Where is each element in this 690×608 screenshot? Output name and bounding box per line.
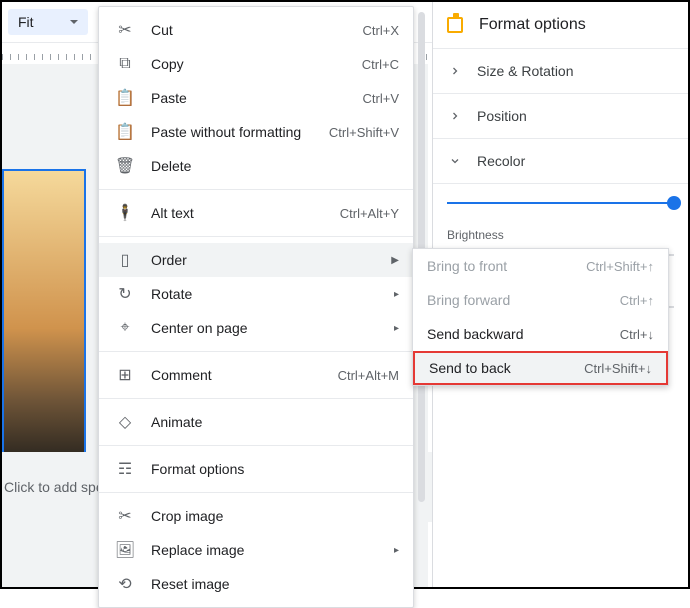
submenu-send-to-back[interactable]: Send to back Ctrl+Shift+↓: [413, 351, 668, 385]
menu-shortcut: Ctrl+V: [363, 91, 399, 106]
submenu-shortcut: Ctrl+Shift+↓: [584, 361, 652, 376]
menu-shortcut: Ctrl+Alt+Y: [340, 206, 399, 221]
menu-animate[interactable]: ◇ Animate: [99, 405, 413, 439]
menu-shortcut: Ctrl+X: [363, 23, 399, 38]
menu-label: Crop image: [151, 508, 399, 524]
menu-label: Alt text: [151, 205, 340, 221]
menu-shortcut: Ctrl+C: [362, 57, 399, 72]
submenu-label: Bring forward: [427, 292, 620, 308]
submenu-bring-to-front[interactable]: Bring to front Ctrl+Shift+↑: [413, 249, 668, 283]
submenu-label: Send to back: [429, 360, 584, 376]
submenu-shortcut: Ctrl+Shift+↑: [586, 259, 654, 274]
paste-icon: 📋: [113, 86, 137, 110]
menu-label: Center on page: [151, 320, 394, 336]
menu-copy[interactable]: ⧉ Copy Ctrl+C: [99, 47, 413, 81]
menu-label: Comment: [151, 367, 338, 383]
panel-header: Format options: [433, 10, 688, 48]
menu-label: Rotate: [151, 286, 394, 302]
animate-icon: ◇: [113, 410, 137, 434]
submenu-label: Bring to front: [427, 258, 586, 274]
delete-icon: 🗑: [113, 154, 137, 178]
section-size-rotation[interactable]: Size & Rotation: [433, 48, 688, 93]
slider-thumb[interactable]: [667, 196, 681, 210]
comment-icon: ⊞: [113, 363, 137, 387]
menu-comment[interactable]: ⊞ Comment Ctrl+Alt+M: [99, 358, 413, 392]
chevron-right-icon: [449, 65, 461, 77]
transparency-slider[interactable]: [447, 202, 674, 204]
paste-plain-icon: 📋: [113, 120, 137, 144]
menu-separator: [99, 351, 413, 352]
format-options-icon: [447, 17, 463, 33]
zoom-fit-label: Fit: [18, 14, 34, 30]
menu-delete[interactable]: 🗑 Delete: [99, 149, 413, 183]
panel-title: Format options: [479, 16, 586, 34]
selected-image[interactable]: [2, 169, 86, 459]
order-submenu: Bring to front Ctrl+Shift+↑ Bring forwar…: [412, 248, 669, 386]
menu-label: Format options: [151, 461, 399, 477]
crop-icon: ✂: [113, 504, 137, 528]
menu-separator: [99, 189, 413, 190]
format-options-icon: ☶: [113, 457, 137, 481]
menu-format-options[interactable]: ☶ Format options: [99, 452, 413, 486]
menu-crop[interactable]: ✂ Crop image: [99, 499, 413, 533]
section-label: Position: [477, 108, 527, 124]
menu-label: Paste: [151, 90, 363, 106]
menu-label: Reset image: [151, 576, 399, 592]
submenu-send-backward[interactable]: Send backward Ctrl+↓: [413, 317, 668, 351]
submenu-label: Send backward: [427, 326, 620, 342]
menu-label: Cut: [151, 22, 363, 38]
replace-image-icon: 🖼: [113, 538, 137, 562]
menu-paste-plain[interactable]: 📋 Paste without formatting Ctrl+Shift+V: [99, 115, 413, 149]
menu-order[interactable]: ▯ Order ▶: [99, 243, 413, 277]
rotate-icon: ↻: [113, 282, 137, 306]
menu-label: Copy: [151, 56, 362, 72]
menu-label: Order: [151, 252, 391, 268]
menu-rotate[interactable]: ↻ Rotate ▸: [99, 277, 413, 311]
menu-shortcut: Ctrl+Alt+M: [338, 368, 399, 383]
submenu-shortcut: Ctrl+↓: [620, 327, 654, 342]
submenu-shortcut: Ctrl+↑: [620, 293, 654, 308]
menu-label: Replace image: [151, 542, 394, 558]
menu-replace-image[interactable]: 🖼 Replace image ▸: [99, 533, 413, 567]
menu-reset-image[interactable]: ⟲ Reset image: [99, 567, 413, 601]
menu-label: Paste without formatting: [151, 124, 329, 140]
submenu-arrow-icon: ▸: [394, 323, 399, 334]
submenu-bring-forward[interactable]: Bring forward Ctrl+↑: [413, 283, 668, 317]
zoom-fit-dropdown[interactable]: Fit: [8, 9, 88, 35]
chevron-down-icon: [449, 155, 461, 167]
menu-separator: [99, 398, 413, 399]
section-recolor[interactable]: Recolor: [433, 138, 688, 183]
section-position[interactable]: Position: [433, 93, 688, 138]
slider-label: Brightness: [447, 228, 674, 242]
chevron-down-icon: [70, 20, 78, 24]
menu-label: Animate: [151, 414, 399, 430]
slider-fill: [447, 202, 674, 204]
section-label: Recolor: [477, 153, 525, 169]
menu-center[interactable]: ⌖ Center on page ▸: [99, 311, 413, 345]
copy-icon: ⧉: [113, 52, 137, 76]
menu-separator: [99, 492, 413, 493]
toolbar: Fit: [2, 2, 88, 42]
menu-separator: [99, 236, 413, 237]
menu-shortcut: Ctrl+Shift+V: [329, 125, 399, 140]
submenu-arrow-icon: ▸: [394, 289, 399, 300]
order-icon: ▯: [113, 248, 137, 272]
center-icon: ⌖: [113, 316, 137, 340]
accessibility-icon: 🕴: [113, 201, 137, 225]
submenu-arrow-icon: ▶: [391, 255, 399, 266]
menu-label: Delete: [151, 158, 399, 174]
submenu-arrow-icon: ▸: [394, 545, 399, 556]
section-label: Size & Rotation: [477, 63, 574, 79]
menu-paste[interactable]: 📋 Paste Ctrl+V: [99, 81, 413, 115]
chevron-right-icon: [449, 110, 461, 122]
cut-icon: ✂: [113, 18, 137, 42]
context-menu: ✂ Cut Ctrl+X ⧉ Copy Ctrl+C 📋 Paste Ctrl+…: [98, 6, 414, 608]
menu-cut[interactable]: ✂ Cut Ctrl+X: [99, 13, 413, 47]
reset-image-icon: ⟲: [113, 572, 137, 596]
transparency-slider-block: [447, 202, 674, 204]
menu-alt-text[interactable]: 🕴 Alt text Ctrl+Alt+Y: [99, 196, 413, 230]
menu-separator: [99, 445, 413, 446]
